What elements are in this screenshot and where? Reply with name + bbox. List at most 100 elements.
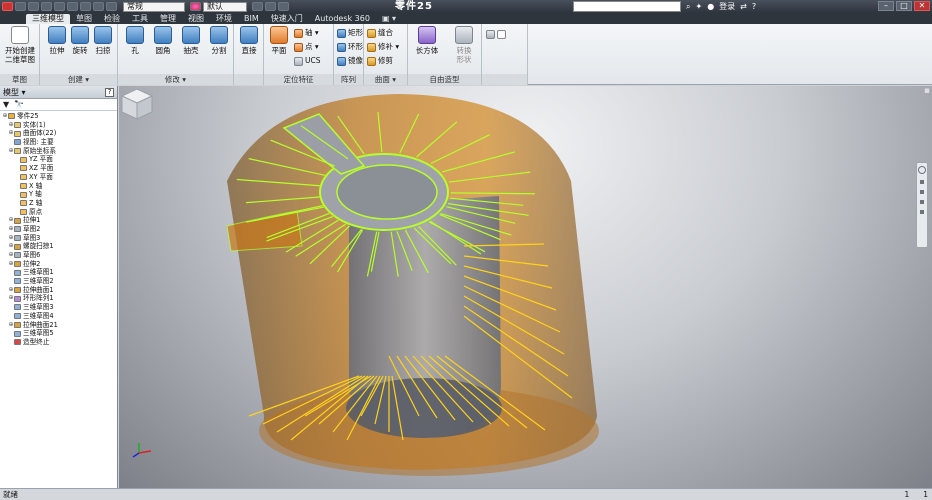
search-icon[interactable]: ⌕ bbox=[686, 2, 690, 12]
app-menu-icon[interactable] bbox=[2, 2, 13, 11]
sweep-button[interactable]: 扫掠 bbox=[88, 26, 118, 55]
tab-environments[interactable]: 环境 bbox=[210, 14, 238, 24]
tree-node[interactable]: ⊕ 草图2 bbox=[0, 225, 117, 234]
tree-node[interactable]: XZ 平面 bbox=[0, 164, 117, 173]
tree-node[interactable]: XY 平面 bbox=[0, 173, 117, 182]
tree-node[interactable]: ⊕ 实体(1) bbox=[0, 121, 117, 130]
panel-create-label[interactable]: 创建 ▾ bbox=[40, 74, 117, 85]
direct-edit-button[interactable]: 直接 bbox=[234, 26, 264, 55]
subscription-icon[interactable]: ✦ bbox=[695, 2, 702, 11]
new-icon[interactable] bbox=[15, 2, 26, 11]
steering-wheel-icon[interactable] bbox=[918, 166, 926, 174]
tree-node[interactable]: ⊕ 零件25 bbox=[0, 112, 117, 121]
panel-surface-label[interactable]: 曲面 ▾ bbox=[364, 74, 407, 85]
tree-node[interactable]: ⊕ 环形阵列1 bbox=[0, 294, 117, 303]
navigation-bar[interactable] bbox=[916, 162, 928, 248]
close-button[interactable]: ✕ bbox=[914, 1, 930, 11]
viewcube[interactable] bbox=[119, 86, 155, 122]
tree-node[interactable]: X 轴 bbox=[0, 182, 117, 191]
ribbon-options-button[interactable]: ▣ ▾ bbox=[382, 14, 396, 24]
home-icon[interactable] bbox=[80, 2, 91, 11]
filter-icon[interactable]: ▼ bbox=[3, 100, 9, 109]
tree-node[interactable]: ⊕ 草图6 bbox=[0, 251, 117, 260]
tree-node[interactable]: ⊕ 拉伸曲面1 bbox=[0, 286, 117, 295]
material-select[interactable]: 默认 bbox=[203, 1, 247, 12]
tab-3d-model[interactable]: 三维模型 bbox=[26, 14, 70, 24]
fx-icon[interactable] bbox=[265, 2, 276, 11]
patch-button[interactable]: 修补 ▾ bbox=[367, 41, 399, 53]
tab-view[interactable]: 视图 bbox=[182, 14, 210, 24]
measure-icon[interactable] bbox=[252, 2, 263, 11]
look-at-icon[interactable] bbox=[920, 210, 924, 214]
tree-node[interactable]: YZ 平面 bbox=[0, 155, 117, 164]
orbit-icon[interactable] bbox=[920, 200, 924, 204]
convert-to-freeform-button[interactable]: 转换 形状 bbox=[448, 26, 480, 64]
find-icon[interactable]: 🔭 bbox=[14, 100, 24, 109]
undo-icon[interactable] bbox=[54, 2, 65, 11]
axis-button[interactable]: 轴 ▾ bbox=[294, 27, 319, 39]
point-button[interactable]: 点 ▾ bbox=[294, 41, 319, 53]
viewport-close-icon[interactable]: ▪ bbox=[924, 86, 930, 96]
trim-button[interactable]: 修剪 bbox=[367, 55, 393, 67]
tree-node[interactable]: ⊕ 草图3 bbox=[0, 234, 117, 243]
tree-node[interactable]: ⊕ 曲面体(22) bbox=[0, 129, 117, 138]
help-icon[interactable]: ? bbox=[752, 2, 756, 11]
tree-node[interactable]: 视图: 主要 bbox=[0, 138, 117, 147]
tree-node[interactable]: ⊕ 拉伸曲面21 bbox=[0, 321, 117, 330]
tree-node[interactable]: 原点 bbox=[0, 208, 117, 217]
tree-node[interactable]: ⊕ 原始坐标系 bbox=[0, 147, 117, 156]
tree-node[interactable]: Y 轴 bbox=[0, 190, 117, 199]
tab-get-started[interactable]: 快速入门 bbox=[265, 14, 309, 24]
browser-help-button[interactable]: ? bbox=[105, 87, 114, 97]
tree-node[interactable]: ⊕ 拉伸1 bbox=[0, 216, 117, 225]
circular-pattern-button[interactable]: 环形 bbox=[337, 41, 363, 53]
browser-title[interactable]: 模型 ▾ bbox=[3, 87, 26, 98]
tree-node[interactable]: Z 轴 bbox=[0, 199, 117, 208]
minimize-button[interactable]: – bbox=[878, 1, 894, 11]
tree-node[interactable]: 造型终止 bbox=[0, 338, 117, 347]
zoom-icon[interactable] bbox=[920, 190, 924, 194]
freeform-box-button[interactable]: 长方体 bbox=[410, 26, 444, 55]
open-icon[interactable] bbox=[28, 2, 39, 11]
start-2d-sketch-button[interactable]: 开始创建 二维草图 bbox=[2, 26, 38, 64]
user-icon[interactable]: ● bbox=[707, 2, 714, 11]
select-icon[interactable] bbox=[106, 2, 117, 11]
search-input[interactable] bbox=[573, 1, 681, 12]
pan-icon[interactable] bbox=[920, 180, 924, 184]
mirror-button[interactable]: 镜像 bbox=[337, 55, 363, 67]
tab-sketch[interactable]: 草图 bbox=[70, 14, 98, 24]
rectangular-pattern-button[interactable]: 矩形 bbox=[337, 27, 363, 39]
split-button[interactable]: 分割 bbox=[204, 26, 234, 55]
tab-inspect[interactable]: 检验 bbox=[98, 14, 126, 24]
tree-node[interactable]: ⊕ 螺旋扫掠1 bbox=[0, 242, 117, 251]
tab-tools[interactable]: 工具 bbox=[126, 14, 154, 24]
tree-node[interactable]: 三维草图2 bbox=[0, 277, 117, 286]
tree-node[interactable]: ⊕ 拉伸2 bbox=[0, 260, 117, 269]
maximize-button[interactable]: □ bbox=[896, 1, 912, 11]
tab-bim[interactable]: BIM bbox=[238, 14, 265, 24]
style-select[interactable]: 常规 bbox=[123, 1, 185, 12]
graphics-viewport[interactable]: ▪ bbox=[119, 86, 932, 488]
plane-button[interactable]: 平面 bbox=[264, 26, 294, 55]
parameters-icon[interactable] bbox=[278, 2, 289, 11]
extra-tools-button[interactable] bbox=[486, 28, 506, 40]
tree-node[interactable]: 三维草图5 bbox=[0, 329, 117, 338]
tab-autodesk-360[interactable]: Autodesk 360 bbox=[309, 14, 376, 24]
tree-node[interactable]: 三维草图3 bbox=[0, 303, 117, 312]
direct-label: 直接 bbox=[241, 46, 257, 55]
save-icon[interactable] bbox=[41, 2, 52, 11]
stitch-button[interactable]: 缝合 bbox=[367, 27, 393, 39]
login-button[interactable]: 登录 bbox=[719, 1, 735, 12]
shell-button[interactable]: 抽壳 bbox=[176, 26, 206, 55]
redo-icon[interactable] bbox=[67, 2, 78, 11]
tree-node[interactable]: 三维草图4 bbox=[0, 312, 117, 321]
exchange-icon[interactable]: ⇄ bbox=[740, 2, 747, 11]
tree-node[interactable]: 三维草图1 bbox=[0, 268, 117, 277]
tab-manage[interactable]: 管理 bbox=[154, 14, 182, 24]
fillet-button[interactable]: 圆角 bbox=[148, 26, 178, 55]
color-icon[interactable] bbox=[190, 2, 201, 11]
update-icon[interactable] bbox=[93, 2, 104, 11]
ucs-button[interactable]: UCS bbox=[294, 55, 321, 67]
hole-button[interactable]: 孔 bbox=[120, 26, 150, 55]
panel-modify-label[interactable]: 修改 ▾ bbox=[118, 74, 233, 85]
